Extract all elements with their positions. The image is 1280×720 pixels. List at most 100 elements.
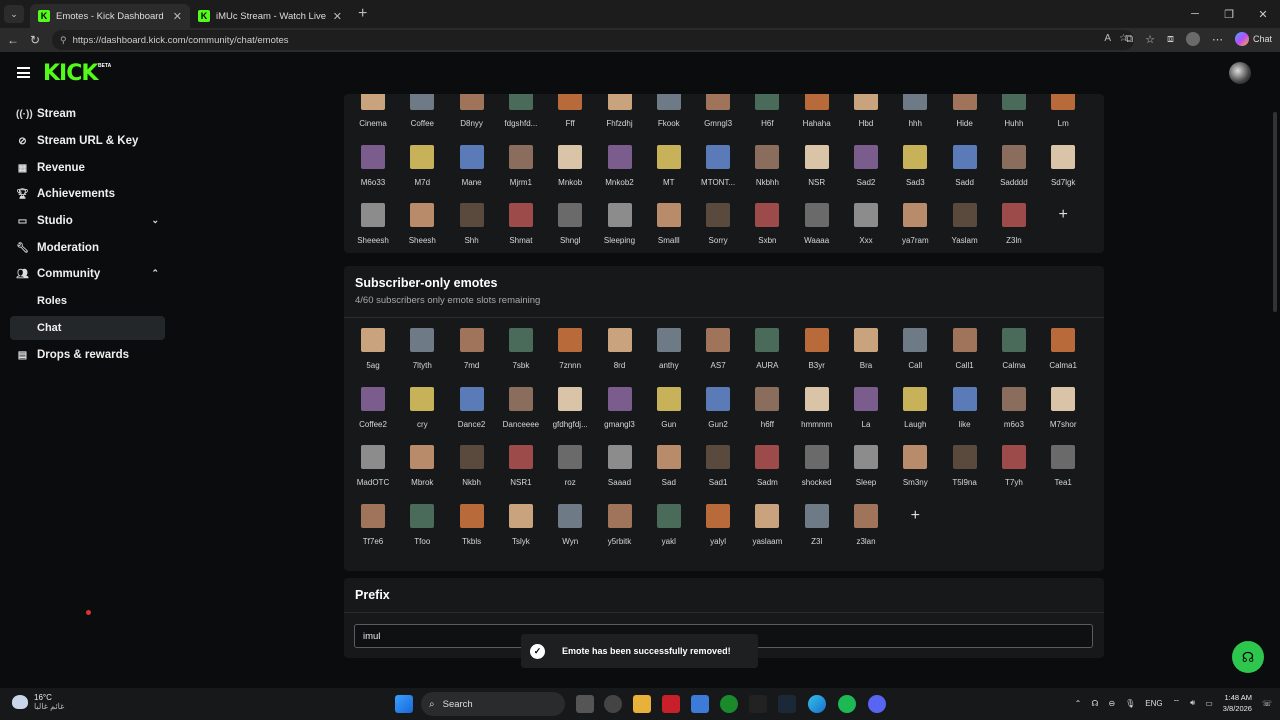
- page-scrollbar[interactable]: [1270, 52, 1280, 684]
- discord-icon[interactable]: [868, 695, 886, 713]
- emote-item[interactable]: z3lan: [842, 503, 890, 546]
- emote-item[interactable]: Xxx: [842, 203, 890, 245]
- emote-item[interactable]: Call1: [941, 328, 989, 370]
- emote-item[interactable]: Mnkob: [546, 144, 594, 187]
- emote-item[interactable]: cry: [398, 386, 446, 429]
- emote-item[interactable]: Gmngl3: [694, 94, 742, 128]
- emote-item[interactable]: Lm: [1039, 94, 1087, 128]
- emote-item[interactable]: Shngl: [546, 203, 594, 245]
- emote-item[interactable]: Wyn: [546, 503, 594, 546]
- emote-item[interactable]: Fhfzdhj: [596, 94, 644, 128]
- edge-icon[interactable]: [808, 695, 826, 713]
- emote-item[interactable]: Shmat: [497, 203, 545, 245]
- sidebar-item-chat[interactable]: Chat: [10, 316, 165, 340]
- new-tab-icon[interactable]: +: [358, 5, 367, 23]
- emote-item[interactable]: Calma1: [1039, 328, 1087, 370]
- emote-item[interactable]: B3yr: [793, 328, 841, 370]
- chrome-icon[interactable]: [604, 695, 622, 713]
- emote-item[interactable]: Yaslam: [941, 203, 989, 245]
- emote-item[interactable]: 8rd: [596, 328, 644, 370]
- xbox-icon[interactable]: [720, 695, 738, 713]
- profile-icon[interactable]: [1185, 32, 1200, 46]
- site-info-icon[interactable]: ⚲: [60, 35, 67, 46]
- emote-item[interactable]: Sxbn: [743, 203, 791, 245]
- emote-item[interactable]: MT: [645, 144, 693, 187]
- emote-item[interactable]: Sad1: [694, 445, 742, 487]
- emote-item[interactable]: NSR: [793, 144, 841, 187]
- close-tab-icon[interactable]: ✕: [333, 10, 342, 23]
- app-icon[interactable]: [662, 695, 680, 713]
- emote-item[interactable]: gmangl3: [596, 386, 644, 429]
- emote-item[interactable]: yakl: [645, 503, 693, 546]
- headset-icon[interactable]: ☊: [1091, 699, 1098, 708]
- language-indicator[interactable]: ENG: [1145, 699, 1162, 708]
- minimize-icon[interactable]: ─: [1178, 8, 1212, 20]
- emote-item[interactable]: Sad2: [842, 144, 890, 187]
- emote-item[interactable]: M7d: [398, 144, 446, 187]
- emote-item[interactable]: 7ltyth: [398, 328, 446, 370]
- emote-item[interactable]: M6o33: [349, 144, 397, 187]
- emote-item[interactable]: NSR1: [497, 445, 545, 487]
- emote-item[interactable]: M7shor: [1039, 386, 1087, 429]
- emote-item[interactable]: La: [842, 386, 890, 429]
- emote-item[interactable]: Shh: [448, 203, 496, 245]
- emote-item[interactable]: Gun2: [694, 386, 742, 429]
- emote-item[interactable]: Nkbhh: [743, 144, 791, 187]
- scrollbar-thumb[interactable]: [1273, 112, 1277, 312]
- emote-item[interactable]: MadOTC: [349, 445, 397, 487]
- emote-item[interactable]: Fkook: [645, 94, 693, 128]
- emote-item[interactable]: gfdhgfdj...: [546, 386, 594, 429]
- battery-icon[interactable]: ▭: [1205, 699, 1213, 708]
- extensions-icon[interactable]: ⧉: [1125, 33, 1133, 46]
- emote-item[interactable]: Sad: [645, 445, 693, 487]
- close-window-icon[interactable]: ✕: [1246, 8, 1280, 21]
- emote-item[interactable]: Cinema: [349, 94, 397, 128]
- kick-logo[interactable]: KICK: [43, 61, 98, 86]
- emote-item[interactable]: Z3l: [793, 503, 841, 546]
- emote-item[interactable]: Sleeping: [596, 203, 644, 245]
- network-icon[interactable]: ⊖: [1108, 699, 1115, 708]
- emote-item[interactable]: Waaaa: [793, 203, 841, 245]
- support-chat-button[interactable]: ☊: [1232, 641, 1264, 673]
- copilot-button[interactable]: Chat: [1234, 32, 1272, 46]
- emote-item[interactable]: Tea1: [1039, 445, 1087, 487]
- mic-icon[interactable]: 🎙︎: [1125, 699, 1135, 708]
- emote-item[interactable]: Sd7lgk: [1039, 144, 1087, 187]
- emote-item[interactable]: Z3ln: [990, 203, 1038, 245]
- sidebar-item-studio[interactable]: ▭ Studio ⌄: [10, 209, 165, 233]
- sidebar-item-roles[interactable]: Roles: [10, 289, 165, 313]
- tab-stream[interactable]: K iMUc Stream - Watch Live on Kick ✕: [190, 4, 350, 28]
- sidebar-item-community[interactable]: 👥︎ Community ⌃: [10, 262, 165, 286]
- emote-item[interactable]: yalyl: [694, 503, 742, 546]
- emote-item[interactable]: T7yh: [990, 445, 1038, 487]
- emote-item[interactable]: Sadm: [743, 445, 791, 487]
- emote-item[interactable]: 5ag: [349, 328, 397, 370]
- emote-item[interactable]: yaslaam: [743, 503, 791, 546]
- collections-icon[interactable]: ⧈: [1167, 33, 1174, 46]
- emote-item[interactable]: Hide: [941, 94, 989, 128]
- emote-item[interactable]: H6f: [743, 94, 791, 128]
- refresh-icon[interactable]: ↻: [24, 33, 46, 47]
- avatar[interactable]: [1229, 62, 1251, 84]
- emote-item[interactable]: Calma: [990, 328, 1038, 370]
- emote-item[interactable]: Mnkob2: [596, 144, 644, 187]
- notifications-icon[interactable]: ☏: [1262, 699, 1272, 708]
- emote-item[interactable]: Huhh: [990, 94, 1038, 128]
- emote-item[interactable]: anthy: [645, 328, 693, 370]
- emote-item[interactable]: Mbrok: [398, 445, 446, 487]
- emote-item[interactable]: Dance2: [448, 386, 496, 429]
- emote-item[interactable]: 7znnn: [546, 328, 594, 370]
- emote-item[interactable]: ya7ram: [891, 203, 939, 245]
- emote-item[interactable]: Sorry: [694, 203, 742, 245]
- emote-item[interactable]: Coffee2: [349, 386, 397, 429]
- sidebar-item-drops[interactable]: ▤ Drops & rewards: [10, 343, 165, 367]
- emote-item[interactable]: Smalll: [645, 203, 693, 245]
- read-aloud-icon[interactable]: A: [1104, 33, 1111, 44]
- emote-item[interactable]: Call: [891, 328, 939, 370]
- volume-icon[interactable]: 🔊︎: [1190, 698, 1195, 708]
- spotify-icon[interactable]: [838, 695, 856, 713]
- emote-item[interactable]: Tkbls: [448, 503, 496, 546]
- emote-item[interactable]: Laugh: [891, 386, 939, 429]
- emote-item[interactable]: Nkbh: [448, 445, 496, 487]
- emote-item[interactable]: Hahaha: [793, 94, 841, 128]
